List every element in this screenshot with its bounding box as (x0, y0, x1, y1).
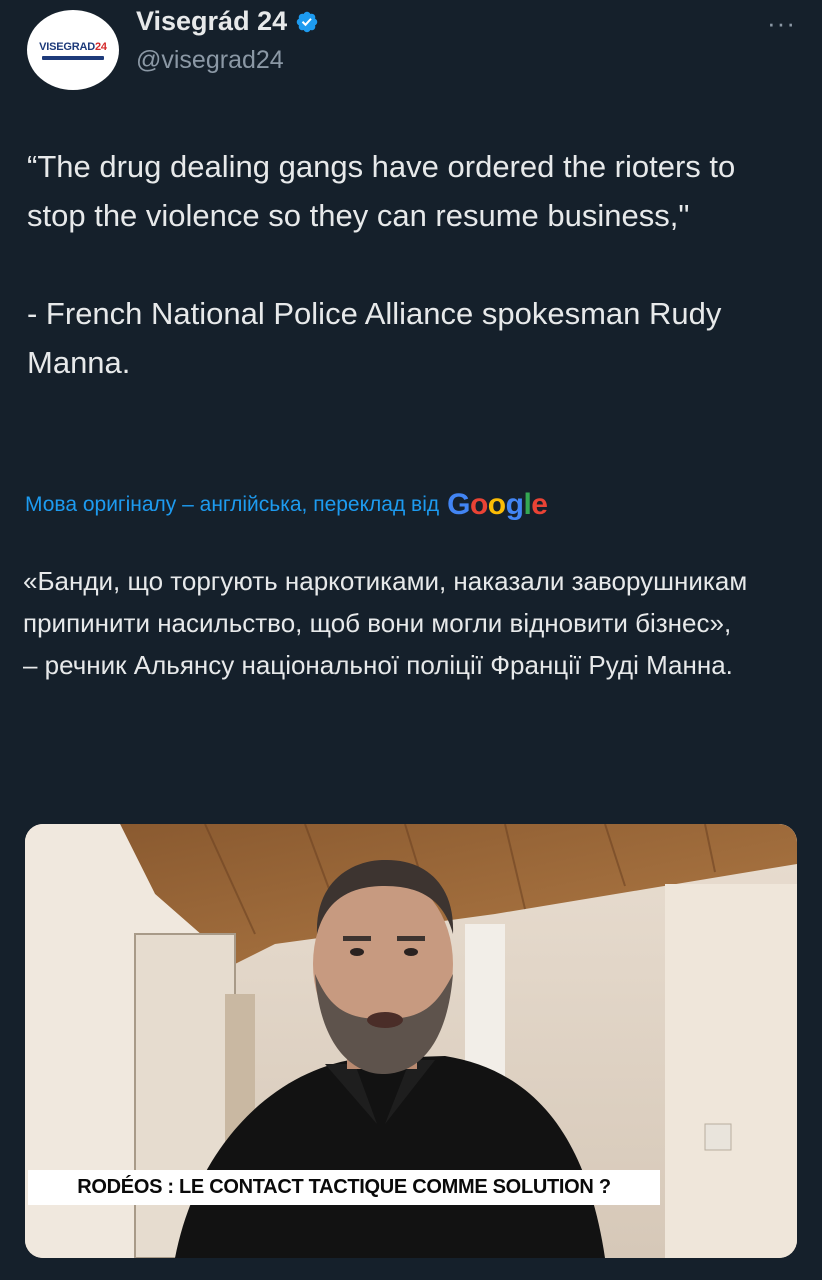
display-name[interactable]: Visegrád 24 (136, 6, 319, 37)
avatar-logo-stripe (42, 55, 104, 60)
tweet-text: “The drug dealing gangs have ordered the… (27, 149, 736, 380)
google-logo: Google (447, 488, 548, 521)
translation-note[interactable]: Мова оригіналу – англійська, переклад ві… (25, 493, 439, 517)
avatar-logo-text: VISEGRAD24 (39, 40, 107, 53)
more-options-icon[interactable]: ··· (767, 8, 796, 39)
translated-text: «Банди, що торгують наркотиками, наказал… (23, 566, 748, 680)
translation-notice[interactable]: Мова оригіналу – англійська, переклад ві… (25, 488, 548, 522)
verified-badge-icon (296, 11, 318, 32)
account-handle[interactable]: @visegrad24 (136, 46, 284, 75)
video-caption-banner: RODÉOS : LE CONTACT TACTIQUE COMME SOLUT… (28, 1170, 660, 1205)
avatar[interactable]: VISEGRAD24 (27, 10, 119, 90)
display-name-text[interactable]: Visegrád 24 (136, 6, 287, 37)
